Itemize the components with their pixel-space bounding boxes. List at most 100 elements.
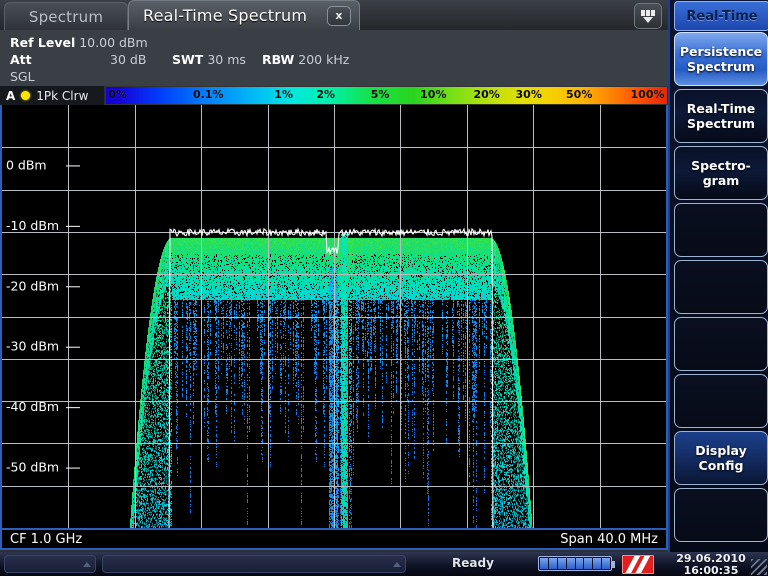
tab-spectrum[interactable]: Spectrum [4,2,128,30]
persistence-pixel [156,468,157,469]
persistence-pixel [170,413,171,414]
persistence-pixel [173,238,174,239]
persistence-pixel [160,368,161,369]
spectrum-graph[interactable]: 0 dBm-10 dBm-20 dBm-30 dBm-40 dBm-50 dBm [0,105,668,528]
persistence-pixel [171,250,172,251]
persistence-pixel [145,352,146,353]
persistence-pixel [150,356,151,357]
persistence-pixel [164,500,165,501]
persistence-pixel [133,481,134,482]
persistence-pixel [152,315,153,316]
persistence-pixel [163,425,164,426]
persistence-color-bar[interactable]: 0%0.1%1%2%5%10%20%30%50%100% [105,86,668,105]
persistence-pixel [165,409,166,410]
rbw-value[interactable]: 200 kHz [298,52,349,67]
persistence-pixel [142,522,143,523]
grid-menu-bars [641,10,655,16]
persistence-pixel [140,514,141,515]
persistence-pixel [156,299,157,300]
persistence-pixel [146,420,147,421]
persistence-pixel [162,392,163,393]
persistence-pixel [168,241,169,242]
persistence-pixel [138,432,139,433]
persistence-pixel [164,483,165,484]
persistence-pixel [160,504,161,505]
persistence-pixel [139,438,140,439]
persistence-pixel [167,336,168,337]
persistence-pixel [155,492,156,493]
persistence-pixel [165,364,166,365]
persistence-pixel [161,453,162,454]
persistence-pixel [147,373,148,374]
persistence-pixel [155,342,156,343]
persistence-pixel [137,460,138,461]
persistence-pixel [155,489,156,490]
trace-label[interactable]: A 1Pk Clrw [0,86,105,105]
persistence-pixel [130,524,131,525]
persistence-pixel [144,382,145,383]
persistence-pixel [160,425,161,426]
persistence-pixel [153,307,154,308]
persistence-pixel [165,295,166,296]
persistence-pixel [145,457,146,458]
persistence-pixel [158,285,159,286]
persistence-pixel [171,307,172,308]
persistence-pixel [168,278,169,279]
persistence-pixel [165,471,166,472]
persistence-pixel [151,449,152,450]
persistence-pixel [148,380,149,381]
persistence-pixel [171,323,172,324]
persistence-pixel [165,313,166,314]
persistence-pixel [166,512,167,513]
persistence-pixel [154,524,155,525]
persistence-pixel [163,454,164,455]
persistence-pixel [149,364,150,365]
grid-menu-icon[interactable] [634,3,662,29]
persistence-pixel [148,350,149,351]
persistence-pixel [145,459,146,460]
persistence-pixel [164,252,165,253]
persistence-pixel [167,271,168,272]
persistence-pixel [164,494,165,495]
persistence-pixel [154,495,155,496]
persistence-pixel [134,489,135,490]
close-icon[interactable]: x [327,6,351,26]
persistence-pixel [165,320,166,321]
persistence-pixel [158,367,159,368]
persistence-pixel [164,478,165,479]
persistence-pixel [139,442,140,443]
persistence-pixel [168,284,169,285]
persistence-pixel [167,309,168,310]
persistence-pixel [152,449,153,450]
persistence-pixel [153,318,154,319]
persistence-pixel [163,297,164,298]
persistence-pixel [163,252,164,253]
swt-value[interactable]: 30 ms [207,52,246,67]
persistence-pixel [153,440,154,441]
persistence-pixel [148,457,149,458]
persistence-pixel [150,347,151,348]
persistence-pixel [165,506,166,507]
persistence-pixel [162,294,163,295]
persistence-pixel [146,411,147,412]
persistence-pixel [157,288,158,289]
chevron-down-icon [643,17,653,23]
att-value[interactable]: 30 dB [110,52,146,67]
persistence-pixel [131,517,132,518]
persistence-pixel [148,339,149,340]
ref-level-value[interactable]: 10.00 dBm [79,35,147,50]
persistence-pixel [148,343,149,344]
persistence-pixel [172,257,173,258]
persistence-pixel [167,243,168,244]
tab-real-time-spectrum[interactable]: Real-Time Spectrum x [128,0,360,30]
persistence-pixel [138,525,139,526]
persistence-pixel [162,463,163,464]
persistence-pixel [145,419,146,420]
persistence-pixel [153,370,154,371]
persistence-pixel [159,332,160,333]
persistence-pixel [171,460,172,461]
persistence-pixel [157,517,158,518]
persistence-pixel [146,423,147,424]
persistence-pixel [168,332,169,333]
persistence-pixel [141,465,142,466]
